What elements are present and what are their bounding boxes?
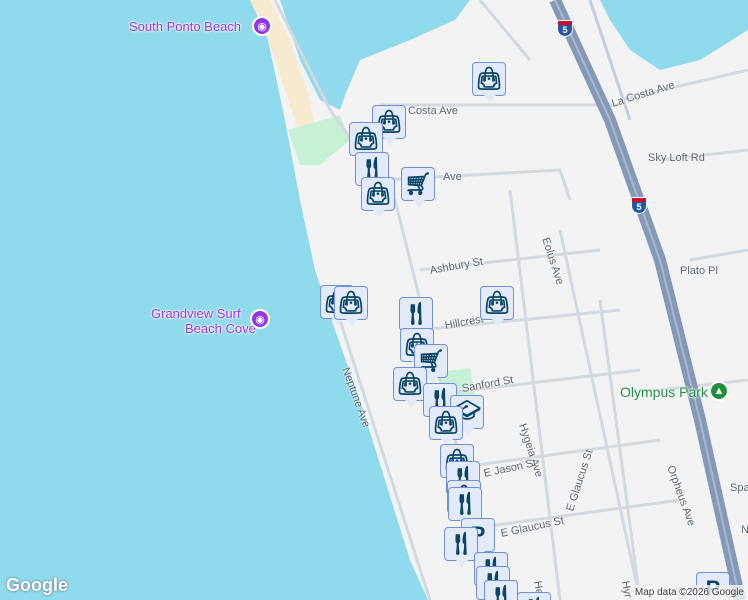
restaurant-icon[interactable]: 🍴︎ <box>484 580 518 600</box>
poi-grandview-surf[interactable]: Grandview Surf <box>151 306 241 321</box>
shopping-bag-icon[interactable]: 👜︎ <box>429 406 463 447</box>
street-label: Plato Pl <box>680 265 718 277</box>
google-logo: Google <box>6 575 68 595</box>
street-label: Sky Loft Rd <box>648 152 705 164</box>
highway-number: 5 <box>636 202 642 212</box>
map-attribution[interactable]: Map data ©2026 Google <box>630 585 748 600</box>
camera-icon[interactable]: ◉ <box>252 16 272 36</box>
tree-icon[interactable]: ▲ <box>709 381 729 401</box>
shopping-cart-icon[interactable]: 🛒︎ <box>401 167 435 208</box>
highway-number: 5 <box>562 25 568 35</box>
poi-beach-cove[interactable]: Beach Cove <box>185 321 256 336</box>
camera-icon[interactable]: ◉ <box>250 309 270 329</box>
interstate-shield: 5 <box>557 20 573 37</box>
poi-olympus-park[interactable]: Olympus Park <box>620 384 708 400</box>
restaurant-icon[interactable]: 🍴︎ <box>399 297 433 338</box>
restaurant-icon[interactable]: 🍴︎ <box>444 527 478 568</box>
poi-south-ponto-beach[interactable]: South Ponto Beach <box>129 19 241 34</box>
shopping-bag-icon[interactable]: 👜︎ <box>480 286 514 327</box>
street-label: Ave <box>443 171 462 183</box>
restaurant-icon[interactable]: 🍴︎ <box>517 592 551 600</box>
shopping-bag-icon[interactable]: 👜︎ <box>393 367 427 408</box>
interstate-shield: 5 <box>631 197 647 214</box>
street-label: Costa Ave <box>408 105 458 117</box>
lagoon <box>280 0 470 110</box>
street-label: N <box>741 524 748 536</box>
shopping-bag-icon[interactable]: 👜︎ <box>361 177 395 218</box>
shopping-bag-icon[interactable]: 👜︎ <box>349 122 383 163</box>
map[interactable]: 5 5 La Costa Ave Costa Ave Ave Sky Loft … <box>0 0 748 600</box>
street-label: Spa <box>730 482 748 494</box>
shopping-bag-icon[interactable]: 👜︎ <box>472 62 506 103</box>
shopping-bag-icon[interactable]: 👜︎ <box>334 286 368 327</box>
restaurant-icon[interactable]: 🍴︎ <box>448 487 482 528</box>
bay <box>600 0 748 70</box>
